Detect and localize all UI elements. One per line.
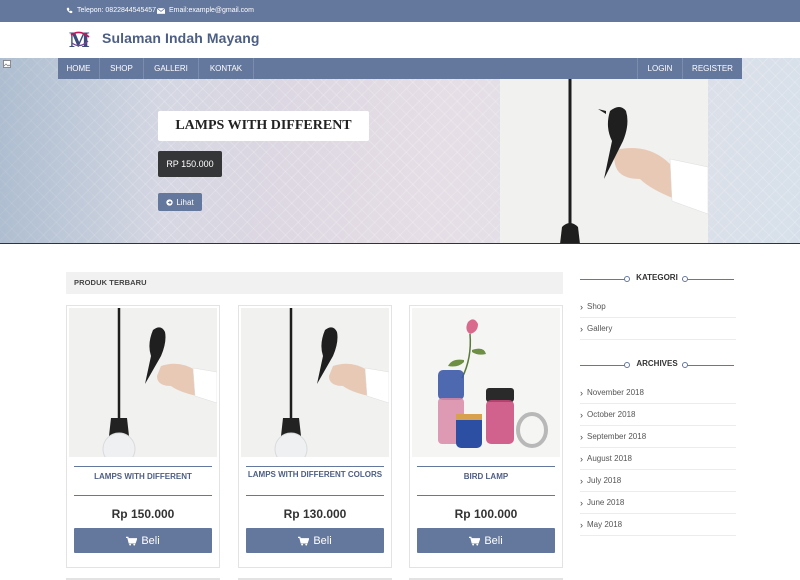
buy-button[interactable]: Beli [246, 528, 384, 553]
chevron-right-icon: › [580, 387, 583, 398]
envelope-icon [157, 7, 165, 14]
nav-register[interactable]: REGISTER [682, 58, 742, 79]
archive-item[interactable]: › September 2018 [580, 426, 736, 448]
archive-label: October 2018 [587, 409, 636, 419]
divider [417, 466, 555, 467]
cart-icon [298, 536, 310, 546]
site-header: M Sulaman Indah Mayang [0, 22, 800, 58]
nav-galleri[interactable]: GALLERI [144, 58, 199, 79]
top-info-bar: Telepon: 0822844545457 Email:example@gma… [0, 0, 800, 22]
categories-list: › Shop › Gallery [580, 296, 736, 340]
product-card: LAMPS WITH DIFFERENT COLORS Rp 130.000 B… [238, 305, 392, 568]
archives-list: › November 2018 › October 2018 › September … [580, 382, 736, 536]
product-card: LAMPS WITH DIFFERENT Rp 150.000 Beli [66, 305, 220, 568]
buy-label: Beli [484, 534, 503, 547]
hero-price-badge: RP 150.000 [158, 151, 222, 177]
product-price: Rp 150.000 [111, 507, 175, 521]
archive-label: June 2018 [587, 497, 625, 507]
nav-home[interactable]: HOME [58, 58, 100, 79]
phone-info: Telepon: 0822844545457 [66, 7, 156, 14]
archive-label: November 2018 [587, 387, 644, 397]
hero-view-label: Lihat [176, 197, 194, 207]
brand-name[interactable]: Sulaman Indah Mayang [102, 30, 260, 46]
categories-title-text: KATEGORI [636, 273, 678, 282]
arrow-circle-icon [166, 198, 173, 206]
archive-item[interactable]: › November 2018 [580, 382, 736, 404]
product-card: BIRD LAMP Rp 100.000 Beli [409, 305, 563, 568]
chevron-right-icon: › [580, 323, 583, 334]
product-image[interactable] [241, 308, 389, 457]
product-name[interactable]: BIRD LAMP [417, 471, 555, 483]
buy-label: Beli [141, 534, 160, 547]
buy-button[interactable]: Beli [74, 528, 212, 553]
chevron-right-icon: › [580, 475, 583, 486]
hero-product-image [500, 79, 708, 243]
archive-item[interactable]: › June 2018 [580, 492, 736, 514]
brand-logo[interactable]: M [68, 27, 92, 51]
chevron-right-icon: › [580, 301, 583, 312]
product-price: Rp 130.000 [283, 507, 347, 521]
archives-title-text: ARCHIVES [636, 359, 678, 368]
products-section-title: PRODUK TERBARU [66, 272, 563, 294]
product-price: Rp 100.000 [454, 507, 518, 521]
product-name[interactable]: LAMPS WITH DIFFERENT [74, 471, 212, 483]
chevron-right-icon: › [580, 519, 583, 530]
product-image[interactable] [69, 308, 217, 457]
archives-title: ARCHIVES [580, 359, 734, 371]
archive-label: July 2018 [587, 475, 622, 485]
nav-shop[interactable]: SHOP [100, 58, 144, 79]
divider [246, 466, 384, 467]
category-label: Gallery [587, 323, 613, 333]
divider [417, 495, 555, 496]
category-item[interactable]: › Gallery [580, 318, 736, 340]
email-info: Email:example@gmail.com [157, 7, 254, 14]
cart-icon [469, 536, 481, 546]
product-name[interactable]: LAMPS WITH DIFFERENT COLORS [246, 469, 384, 481]
divider [74, 495, 212, 496]
main-nav: HOME SHOP GALLERI KONTAK LOGIN REGISTER [58, 58, 742, 79]
archive-item[interactable]: › May 2018 [580, 514, 736, 536]
nav-kontak[interactable]: KONTAK [199, 58, 254, 79]
phone-text: Telepon: 0822844545457 [77, 7, 157, 14]
category-item[interactable]: › Shop [580, 296, 736, 318]
hero-title: LAMPS WITH DIFFERENT [158, 111, 369, 141]
categories-title: KATEGORI [580, 273, 734, 285]
category-label: Shop [587, 301, 606, 311]
archive-item[interactable]: › October 2018 [580, 404, 736, 426]
hero-banner [0, 58, 800, 244]
cart-icon [126, 536, 138, 546]
archive-label: August 2018 [587, 453, 632, 463]
email-text: Email:example@gmail.com [169, 7, 254, 14]
chevron-right-icon: › [580, 453, 583, 464]
chevron-right-icon: › [580, 497, 583, 508]
image-icon [3, 60, 11, 68]
chevron-right-icon: › [580, 409, 583, 420]
archive-item[interactable]: › July 2018 [580, 470, 736, 492]
hero-shade [0, 58, 160, 243]
archive-label: September 2018 [587, 431, 647, 441]
nav-login[interactable]: LOGIN [637, 58, 682, 79]
buy-label: Beli [313, 534, 332, 547]
phone-icon [66, 7, 73, 14]
divider [74, 466, 212, 467]
product-image[interactable] [412, 308, 560, 457]
buy-button[interactable]: Beli [417, 528, 555, 553]
svg-text:M: M [69, 27, 90, 51]
archive-item[interactable]: › August 2018 [580, 448, 736, 470]
archive-label: May 2018 [587, 519, 623, 529]
divider [246, 495, 384, 496]
hero-view-button[interactable]: Lihat [158, 193, 202, 211]
chevron-right-icon: › [580, 431, 583, 442]
